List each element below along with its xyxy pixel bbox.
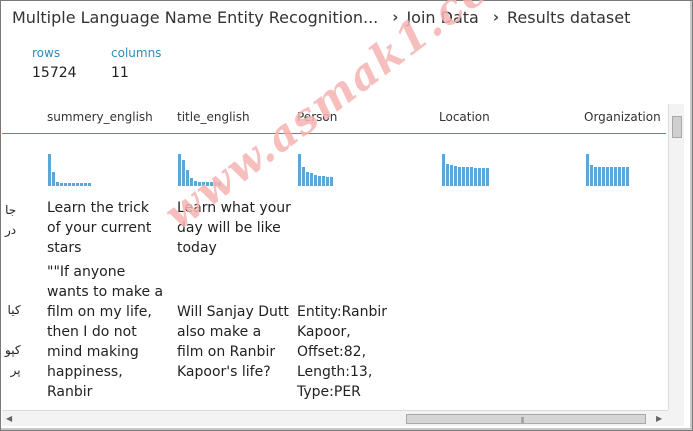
histogram-bar	[190, 178, 193, 186]
histogram-bar	[76, 183, 79, 186]
histogram-bar	[318, 176, 321, 186]
histogram-bar	[326, 177, 329, 186]
histogram-bar	[84, 183, 87, 186]
table-cell-title-english: Learn what your day will be like today	[177, 200, 291, 256]
table-header-row: summery_english title_english Person Loc…	[2, 104, 666, 134]
breadcrumb-results-dataset: Results dataset	[507, 7, 631, 27]
histogram-bar	[206, 182, 209, 186]
table-cell-person: Entity:Ranbir Kapoor, Offset:82, Length:…	[297, 304, 387, 400]
histogram-bar	[178, 154, 181, 186]
column-header-location[interactable]: Location	[439, 110, 490, 124]
histogram-bar	[614, 167, 617, 186]
histogram-title-english[interactable]	[178, 154, 221, 186]
histogram-bar	[48, 154, 51, 186]
scroll-left-icon[interactable]: ◀	[6, 414, 12, 423]
histogram-bar	[182, 160, 185, 186]
histogram-bar	[586, 154, 589, 186]
histogram-bar	[618, 167, 621, 186]
vertical-scrollbar[interactable]	[668, 104, 684, 410]
columns-label: columns	[111, 46, 162, 60]
histogram-bar	[462, 167, 465, 186]
histogram-bar	[198, 182, 201, 186]
horizontal-scrollbar[interactable]: ◀ ⦀ ▶	[2, 410, 668, 426]
histogram-organization[interactable]	[586, 154, 629, 186]
table-cell-rtl: جا در	[5, 203, 17, 237]
histogram-bar	[478, 168, 481, 186]
breadcrumb-join-data[interactable]: Join Data	[406, 8, 478, 27]
histogram-bar	[64, 183, 67, 186]
rows-label: rows	[32, 46, 61, 60]
histogram-bar	[202, 182, 205, 186]
histogram-bar	[622, 167, 625, 186]
table-cell-summery-english: Learn the trick of your current stars	[47, 200, 152, 256]
histogram-bar	[602, 167, 605, 186]
histogram-bar	[590, 165, 593, 186]
histogram-bar	[310, 173, 313, 186]
chevron-right-icon: ›	[392, 8, 399, 26]
histogram-bar	[450, 165, 453, 186]
histogram-bar	[482, 168, 485, 186]
histogram-bar	[80, 183, 83, 186]
histogram-bar	[330, 177, 333, 186]
histogram-bar	[598, 167, 601, 186]
histogram-bar	[610, 167, 613, 186]
histogram-bar	[186, 170, 189, 186]
histogram-bar	[470, 167, 473, 186]
histogram-bar	[52, 172, 55, 186]
histogram-bar	[218, 182, 221, 186]
histogram-bar	[56, 182, 59, 186]
histogram-bar	[210, 182, 213, 186]
breadcrumb-experiment[interactable]: Multiple Language Name Entity Recognitio…	[12, 8, 378, 27]
table-cell-title-english: Will Sanjay Dutt also make a film on Ran…	[177, 304, 289, 380]
scroll-right-icon[interactable]: ▶	[656, 414, 662, 423]
histogram-bar	[60, 183, 63, 186]
histogram-bar	[298, 154, 301, 186]
histogram-bar	[314, 175, 317, 186]
column-header-organization[interactable]: Organization	[584, 110, 661, 124]
histogram-bar	[594, 167, 597, 186]
results-table: summery_english title_english Person Loc…	[2, 104, 666, 410]
histogram-bar	[194, 181, 197, 186]
columns-stat: columns 11	[111, 46, 161, 81]
histogram-bar	[68, 183, 71, 186]
histogram-bar	[606, 167, 609, 186]
vertical-scroll-thumb[interactable]	[672, 116, 682, 138]
histogram-person[interactable]	[298, 154, 333, 186]
chevron-right-icon: ›	[492, 8, 500, 26]
histogram-location[interactable]	[442, 154, 489, 186]
column-header-person[interactable]: Person	[297, 110, 337, 124]
table-cell-rtl: کیا کپو پر	[5, 303, 21, 377]
column-header-summery-english[interactable]: summery_english	[47, 110, 153, 124]
histogram-bar	[626, 167, 629, 186]
histogram-bar	[442, 154, 445, 186]
histogram-bar	[306, 172, 309, 186]
histogram-bar	[458, 167, 461, 186]
histogram-bar	[466, 167, 469, 186]
grip-icon: ⦀	[521, 416, 525, 425]
histogram-bar	[474, 168, 477, 186]
histogram-bar	[454, 166, 457, 186]
histogram-bar	[214, 182, 217, 186]
breadcrumb: Multiple Language Name Entity Recognitio…	[12, 6, 630, 28]
histogram-bar	[486, 168, 489, 186]
rows-stat: rows 15724	[32, 46, 77, 81]
histogram-bar	[72, 183, 75, 186]
column-header-title-english[interactable]: title_english	[177, 110, 250, 124]
horizontal-scroll-thumb[interactable]: ⦀	[406, 414, 646, 425]
histogram-bar	[302, 167, 305, 186]
histogram-bar	[322, 176, 325, 186]
histogram-bar	[88, 183, 91, 186]
scroll-corner	[668, 410, 684, 426]
rows-value: 15724	[32, 65, 77, 81]
histogram-bar	[446, 164, 449, 186]
columns-value: 11	[111, 65, 129, 81]
histogram-summery-english[interactable]	[48, 154, 91, 186]
table-cell-summery-english: ""If anyone wants to make a film on my l…	[47, 264, 164, 400]
